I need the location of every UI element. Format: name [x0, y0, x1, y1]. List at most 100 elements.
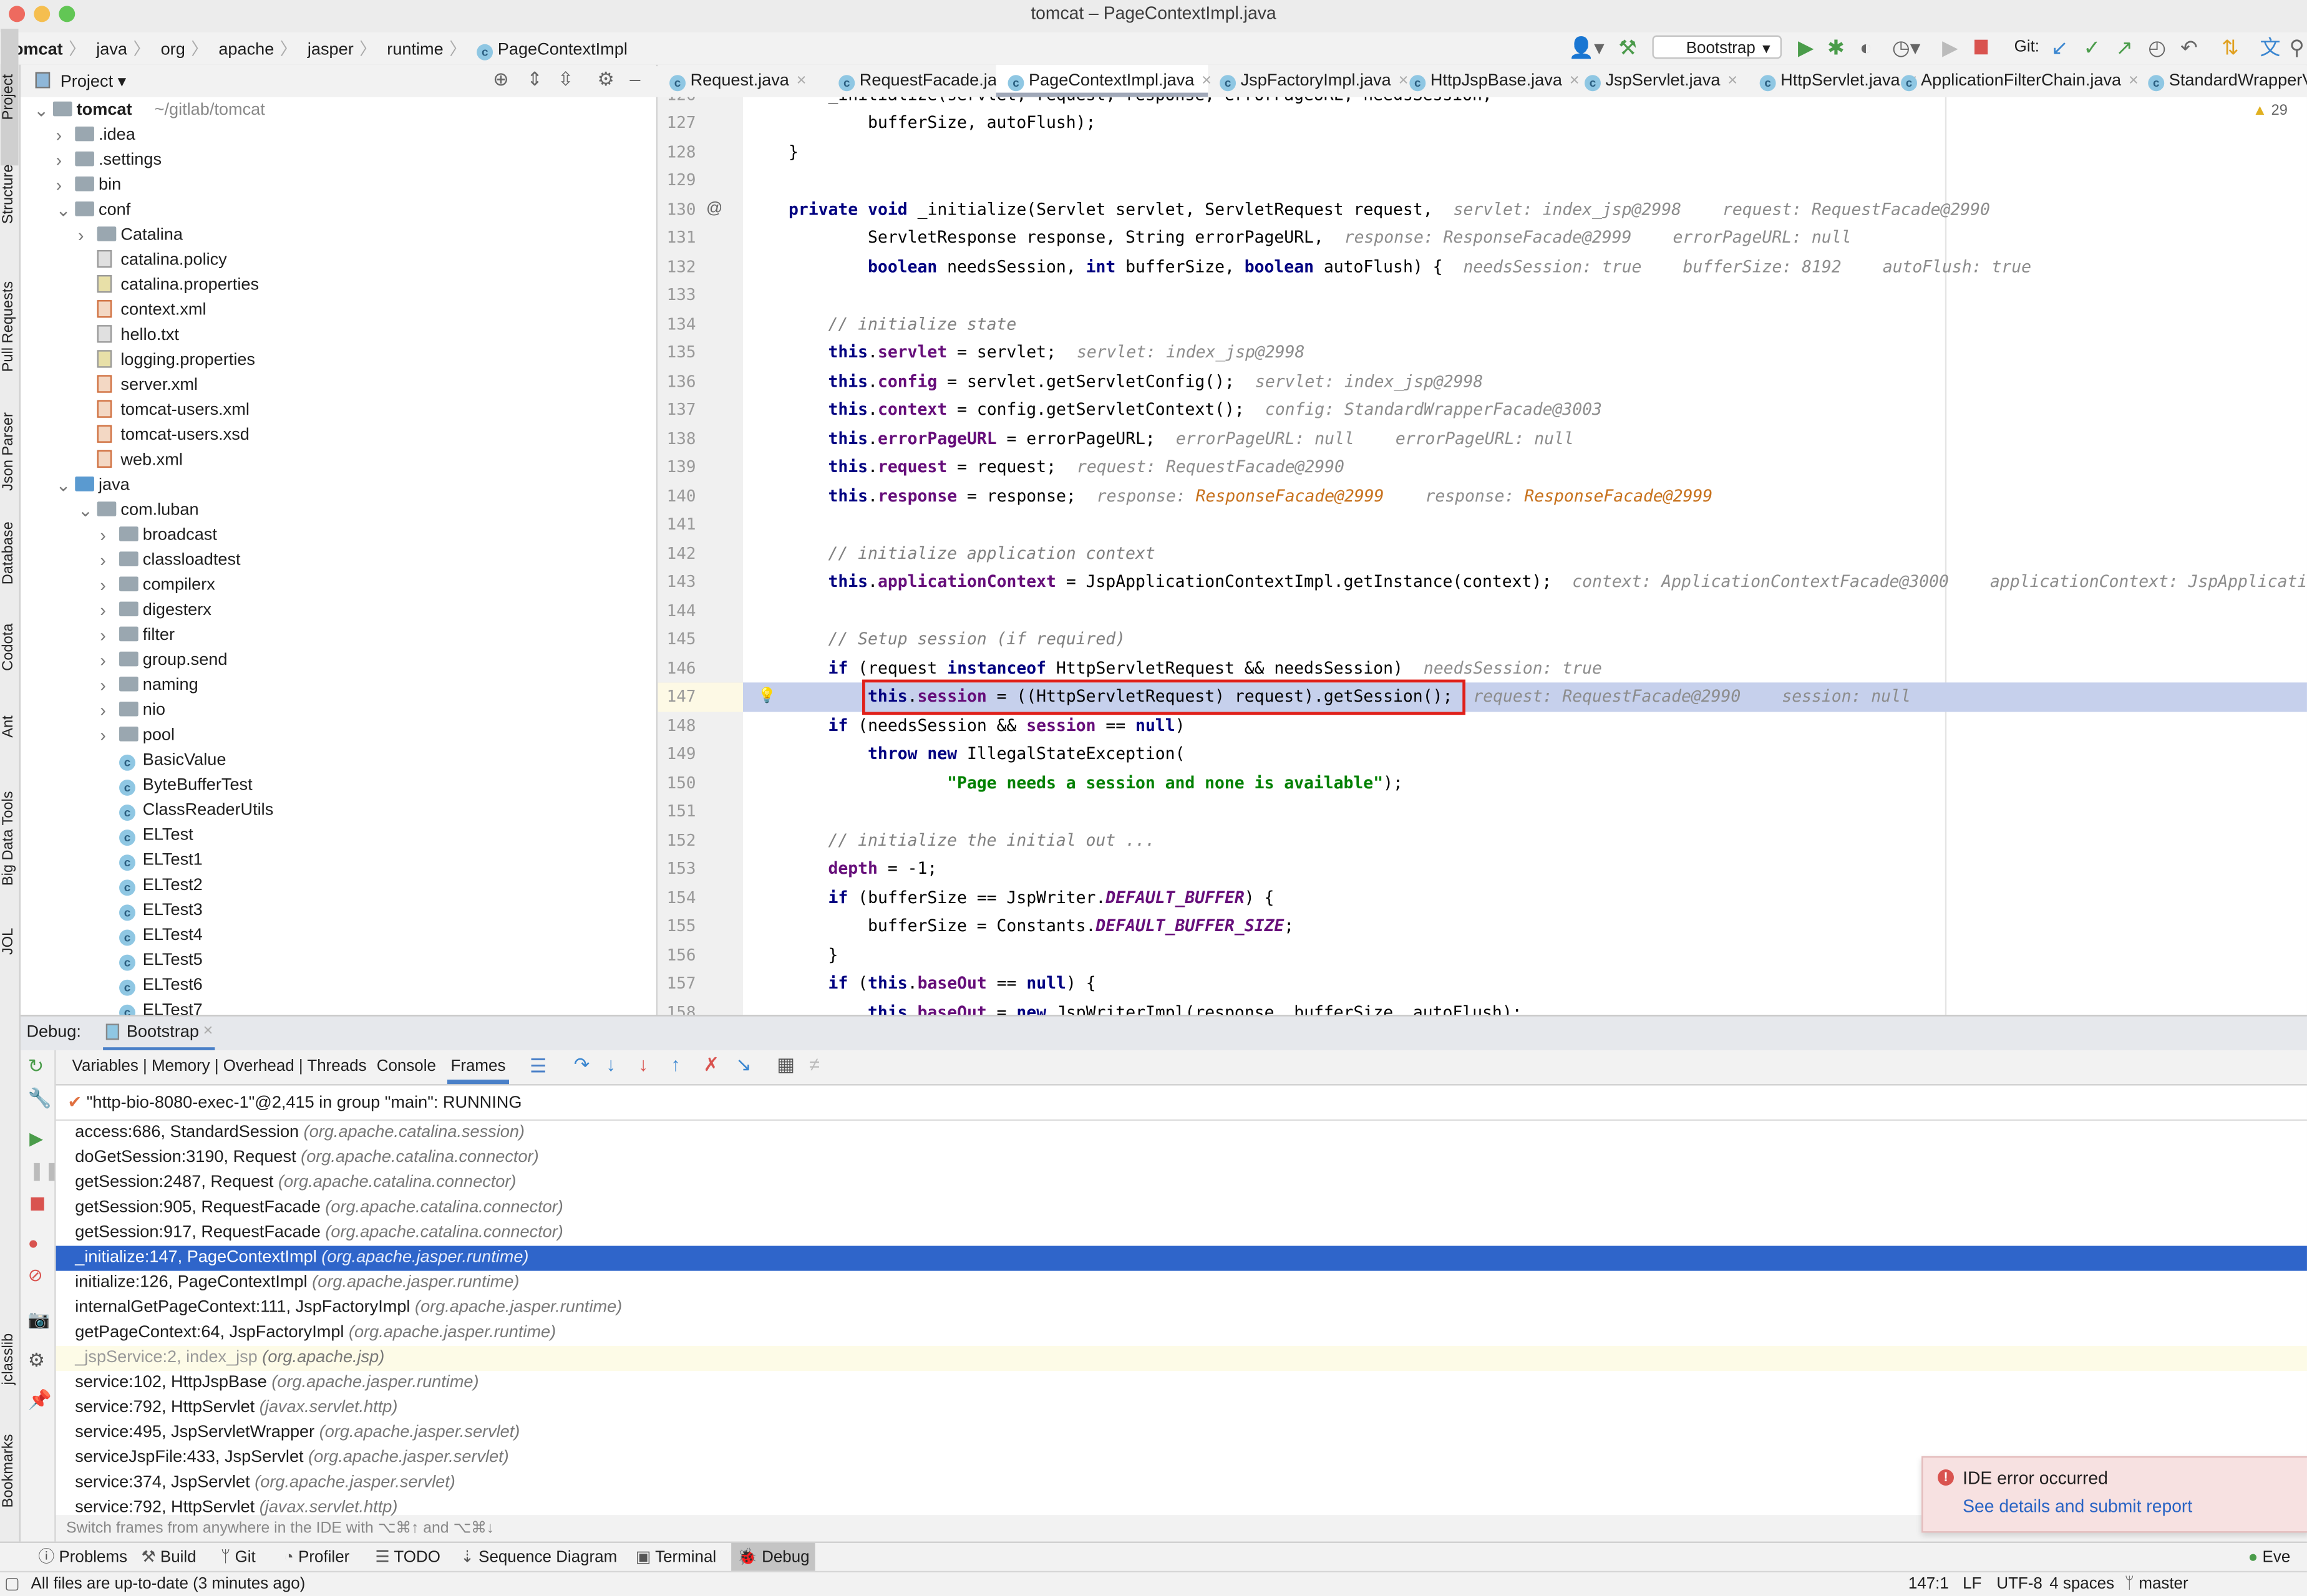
frame-item[interactable]: getSession:905, RequestFacade (org.apach…: [56, 1196, 2307, 1221]
rerun-icon[interactable]: ↻: [28, 1055, 44, 1078]
line-number[interactable]: 136: [658, 367, 696, 396]
stripe-pull-requests[interactable]: Pull Requests: [1, 258, 18, 395]
profile-icon[interactable]: ◷▾: [1892, 36, 1920, 59]
tree-item-context-xml[interactable]: context.xml: [21, 299, 656, 324]
chevron-down-icon[interactable]: ⌄: [56, 473, 71, 498]
tree-item-catalina-policy[interactable]: catalina.policy: [21, 249, 656, 274]
frame-item[interactable]: internalGetPageContext:111, JspFactoryIm…: [56, 1296, 2307, 1321]
line-number[interactable]: 150: [658, 769, 696, 798]
tree-item-hello-txt[interactable]: hello.txt: [21, 324, 656, 349]
run-to-cursor-icon[interactable]: ↘: [736, 1053, 752, 1077]
line-number[interactable]: 148: [658, 712, 696, 740]
camera-icon[interactable]: 📷: [28, 1309, 50, 1330]
layout-icon[interactable]: ☰: [530, 1055, 546, 1078]
step-over-icon[interactable]: ↷: [574, 1053, 590, 1077]
tab-httpservlet[interactable]: c HttpServlet.java×: [1748, 65, 1917, 97]
tab-frames[interactable]: Frames: [447, 1050, 510, 1085]
search-icon[interactable]: ⚲: [2290, 36, 2305, 59]
line-number[interactable]: 156: [658, 941, 696, 970]
tree-item-eltest1[interactable]: c ELTest1: [21, 849, 656, 874]
chevron-right-icon[interactable]: ›: [100, 574, 105, 599]
hide-icon[interactable]: –: [629, 67, 640, 89]
line-number[interactable]: 155: [658, 912, 696, 941]
warnings-indicator[interactable]: ▲ 29: [2253, 103, 2288, 119]
tab-console[interactable]: Console: [377, 1058, 436, 1075]
git-branch[interactable]: ᛘ master: [2125, 1572, 2188, 1596]
breadcrumb-org[interactable]: org: [161, 41, 185, 59]
pause-icon[interactable]: ❚❚: [29, 1161, 59, 1181]
indent-setting[interactable]: 4 spaces: [2049, 1572, 2114, 1596]
line-number[interactable]: 137: [658, 396, 696, 425]
tree-item-com-luban[interactable]: ⌄ com.luban: [21, 498, 656, 523]
mute-breakpoints-icon[interactable]: ⊘: [28, 1265, 43, 1285]
tab-jspservlet[interactable]: c JspServlet.java ×: [1573, 65, 1760, 97]
chevron-down-icon[interactable]: ⌄: [78, 498, 93, 523]
frame-item[interactable]: getSession:917, RequestFacade (org.apach…: [56, 1221, 2307, 1245]
line-number[interactable]: 130: [658, 195, 696, 224]
breadcrumb-jasper[interactable]: jasper: [308, 41, 354, 59]
git-update-icon[interactable]: ↙: [2051, 36, 2069, 59]
settings-wrench-icon[interactable]: 🔧: [28, 1087, 52, 1111]
tree-item-eltest3[interactable]: c ELTest3: [21, 899, 656, 924]
tree-item-eltest5[interactable]: c ELTest5: [21, 949, 656, 974]
bottom-tab-todo[interactable]: ☰ TODO: [369, 1543, 446, 1572]
project-view-selector[interactable]: Project ▾: [61, 70, 127, 91]
line-number[interactable]: 157: [658, 970, 696, 999]
bottom-tab-git[interactable]: ᛘ Git: [215, 1543, 261, 1572]
tree-item-pool[interactable]: › pool: [21, 723, 656, 748]
line-number[interactable]: 151: [658, 798, 696, 826]
chevron-right-icon[interactable]: ›: [56, 123, 62, 148]
chevron-right-icon[interactable]: ›: [100, 624, 105, 649]
tree-item-eltest[interactable]: c ELTest: [21, 824, 656, 849]
frame-item[interactable]: getPageContext:64, JspFactoryImpl (org.a…: [56, 1321, 2307, 1346]
run-configuration-select[interactable]: Bootstrap ▼: [1652, 35, 1782, 59]
line-number[interactable]: 153: [658, 855, 696, 884]
chevron-right-icon[interactable]: ›: [100, 674, 105, 699]
force-step-into-icon[interactable]: ↓: [639, 1053, 648, 1075]
line-number[interactable]: 149: [658, 740, 696, 769]
tab-jspfactoryimpl[interactable]: c JspFactoryImpl.java ×: [1208, 65, 1409, 97]
tree-item-naming[interactable]: › naming: [21, 674, 656, 699]
line-number[interactable]: 131: [658, 224, 696, 253]
line-number[interactable]: 132: [658, 253, 696, 281]
tree-item-classreaderutils[interactable]: c ClassReaderUtils: [21, 799, 656, 824]
tree-item-compilerx[interactable]: › compilerx: [21, 574, 656, 599]
bottom-tab-terminal[interactable]: ▣ Terminal: [629, 1543, 722, 1572]
line-number[interactable]: 128: [658, 138, 696, 167]
line-number[interactable]: 126: [658, 97, 696, 109]
code-editor[interactable]: 126 _initialize(servlet, request, respon…: [658, 97, 2307, 1015]
annotate-icon[interactable]: ⇅: [2222, 36, 2239, 59]
breadcrumb-java[interactable]: java: [96, 41, 127, 59]
chevron-right-icon[interactable]: ›: [100, 649, 105, 674]
stripe-jol[interactable]: JOL: [1, 873, 18, 1010]
breadcrumb-apache[interactable]: apache: [218, 41, 274, 59]
close-tab-icon[interactable]: ×: [1727, 72, 1737, 90]
thread-selector[interactable]: ✔ "http-bio-8080-exec-1"@2,415 in group …: [56, 1088, 2307, 1118]
user-icon[interactable]: 👤▾: [1568, 36, 1605, 59]
minimize-window-button[interactable]: [34, 6, 51, 22]
close-icon[interactable]: ×: [203, 1022, 213, 1040]
pin-icon[interactable]: 📌: [28, 1388, 52, 1412]
frame-item[interactable]: service:495, JspServletWrapper (org.apac…: [56, 1421, 2307, 1446]
line-number[interactable]: 141: [658, 511, 696, 539]
drop-frame-icon[interactable]: ✗: [703, 1053, 719, 1077]
tree-item-eltest7[interactable]: c ELTest7: [21, 999, 656, 1015]
hammer-icon[interactable]: ⚒: [1618, 36, 1637, 59]
line-number[interactable]: 145: [658, 626, 696, 654]
line-number[interactable]: 146: [658, 654, 696, 683]
tree-item-basicvalue[interactable]: c BasicValue: [21, 748, 656, 773]
bottom-tab-sequence-diagram[interactable]: ⇣ Sequence Diagram: [455, 1543, 623, 1572]
tree-item-tomcat[interactable]: ⌄ tomcat ~/gitlab/tomcat: [21, 99, 656, 123]
chevron-down-icon[interactable]: ⌄: [56, 198, 71, 223]
tab-applicationfilterchain[interactable]: c ApplicationFilterChain.java ×: [1889, 65, 2148, 97]
status-toggle-icon[interactable]: ▢: [4, 1572, 20, 1596]
tree-item-group-send[interactable]: › group.send: [21, 649, 656, 674]
tree-item-tomcat-users-xml[interactable]: tomcat-users.xml: [21, 399, 656, 423]
tree-item-conf[interactable]: ⌄ conf: [21, 198, 656, 223]
tab-variables[interactable]: Variables | Memory | Overhead | Threads: [72, 1058, 367, 1075]
chevron-right-icon[interactable]: ›: [100, 599, 105, 624]
tree-item--idea[interactable]: › .idea: [21, 123, 656, 148]
event-log-tab[interactable]: ● Eve: [2248, 1543, 2291, 1572]
tree-item-catalina[interactable]: › Catalina: [21, 223, 656, 248]
chevron-right-icon[interactable]: ›: [100, 723, 105, 748]
